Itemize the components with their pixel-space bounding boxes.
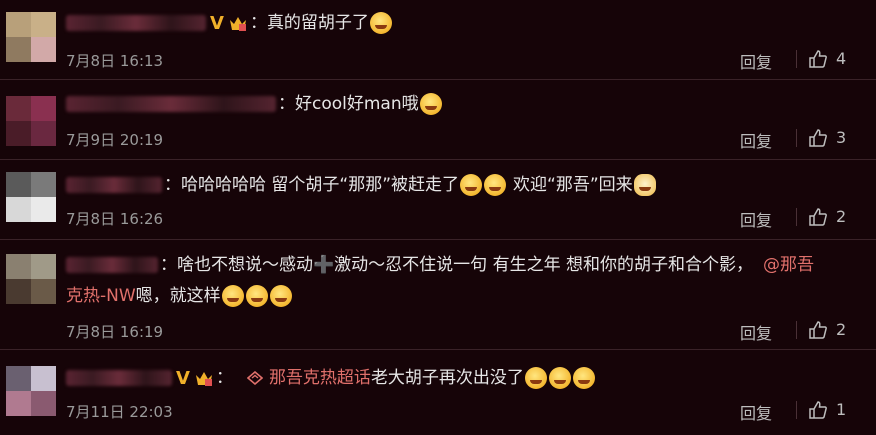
divider: [796, 401, 797, 419]
comment-time: 7月9日 20:19: [66, 131, 164, 149]
divider: [796, 129, 797, 147]
divider: [796, 208, 797, 226]
pleading-emoji: [245, 285, 268, 307]
avatar[interactable]: [6, 96, 56, 146]
mention-link[interactable]: @那吾: [763, 254, 814, 276]
comment-item: ： 哈哈哈哈哈 留个胡子“那那”被赶走了 欢迎“那吾”回来 7月8日 16:26…: [0, 160, 876, 240]
comment-text: 啥也不想说～感动➕激动～忍不住说一句 有生之年 想和你的胡子和合个影，: [177, 255, 753, 275]
comment-time: 7月8日 16:19: [66, 323, 164, 341]
comment-text: 好cool好man哦: [295, 94, 419, 114]
avatar[interactable]: [6, 12, 56, 62]
comment-time: 7月8日 16:13: [66, 52, 164, 70]
like-icon[interactable]: [808, 207, 828, 227]
like-icon[interactable]: [808, 128, 828, 148]
pleading-emoji: [269, 285, 292, 307]
like-count: 1: [836, 400, 847, 419]
like-count: 3: [836, 128, 847, 147]
verified-icon: V: [210, 12, 224, 34]
grin-emoji: [548, 367, 571, 389]
heart-eyes-emoji: [419, 93, 442, 115]
mention-link-cont[interactable]: 克热-NW: [66, 285, 136, 307]
divider: [796, 50, 797, 68]
username[interactable]: ： 啥也不想说～感动➕激动～忍不住说一句 有生之年 想和你的胡子和合个影， @那…: [66, 254, 814, 276]
topic-link[interactable]: 那吾克热超话: [269, 367, 371, 389]
comment-text-2: 欢迎“那吾”回来: [513, 175, 633, 195]
username[interactable]: ： 哈哈哈哈哈 留个胡子“那那”被赶走了 欢迎“那吾”回来: [66, 174, 657, 196]
like-icon[interactable]: [808, 320, 828, 340]
reply-button[interactable]: 回复: [740, 49, 772, 73]
vip-crown-icon: [195, 372, 212, 386]
like-count: 2: [836, 320, 847, 339]
like-icon[interactable]: [808, 400, 828, 420]
like-count: 4: [836, 49, 847, 68]
username[interactable]: V ： 那吾克热超话 老大胡子再次出没了: [66, 367, 596, 389]
comment-item: V ： 真的留胡子了 7月8日 16:13 回复 4: [0, 0, 876, 80]
super-topic-icon: [246, 371, 263, 385]
reply-button[interactable]: 回复: [740, 207, 772, 231]
comment-text-tail: 嗯，就这样: [135, 286, 221, 306]
reply-button[interactable]: 回复: [740, 400, 772, 424]
comment-item: V ： 那吾克热超话 老大胡子再次出没了 7月11日 22:03 回复 1: [0, 350, 876, 435]
reply-button[interactable]: 回复: [740, 320, 772, 344]
avatar[interactable]: [6, 366, 56, 416]
verified-icon: V: [176, 367, 190, 389]
grin-emoji: [572, 367, 595, 389]
pleading-emoji: [221, 285, 244, 307]
avatar[interactable]: [6, 254, 56, 304]
vip-crown-icon: [229, 17, 246, 31]
username[interactable]: ： 好cool好man哦: [66, 93, 443, 115]
comment-text-line-2: 克热-NW 嗯，就这样: [66, 285, 293, 307]
comment-text: 老大胡子再次出没了: [370, 368, 524, 388]
comment-time: 7月8日 16:26: [66, 210, 164, 228]
like-icon[interactable]: [808, 49, 828, 69]
comment-item: ： 啥也不想说～感动➕激动～忍不住说一句 有生之年 想和你的胡子和合个影， @那…: [0, 240, 876, 350]
comment-time: 7月11日 22:03: [66, 403, 173, 421]
comment-text: 哈哈哈哈哈 留个胡子“那那”被赶走了: [181, 175, 460, 195]
avatar[interactable]: [6, 172, 56, 222]
grin-emoji: [524, 367, 547, 389]
like-count: 2: [836, 207, 847, 226]
tears-of-joy-emoji: [484, 174, 507, 196]
comment-item: ： 好cool好man哦 7月9日 20:19 回复 3: [0, 80, 876, 160]
tears-of-joy-emoji: [460, 174, 483, 196]
comment-text: 真的留胡子了: [266, 13, 369, 33]
username[interactable]: V ： 真的留胡子了: [66, 12, 393, 34]
divider: [796, 321, 797, 339]
reply-button[interactable]: 回复: [740, 128, 772, 152]
doge-emoji: [633, 174, 656, 196]
laugh-emoji: [369, 12, 392, 34]
